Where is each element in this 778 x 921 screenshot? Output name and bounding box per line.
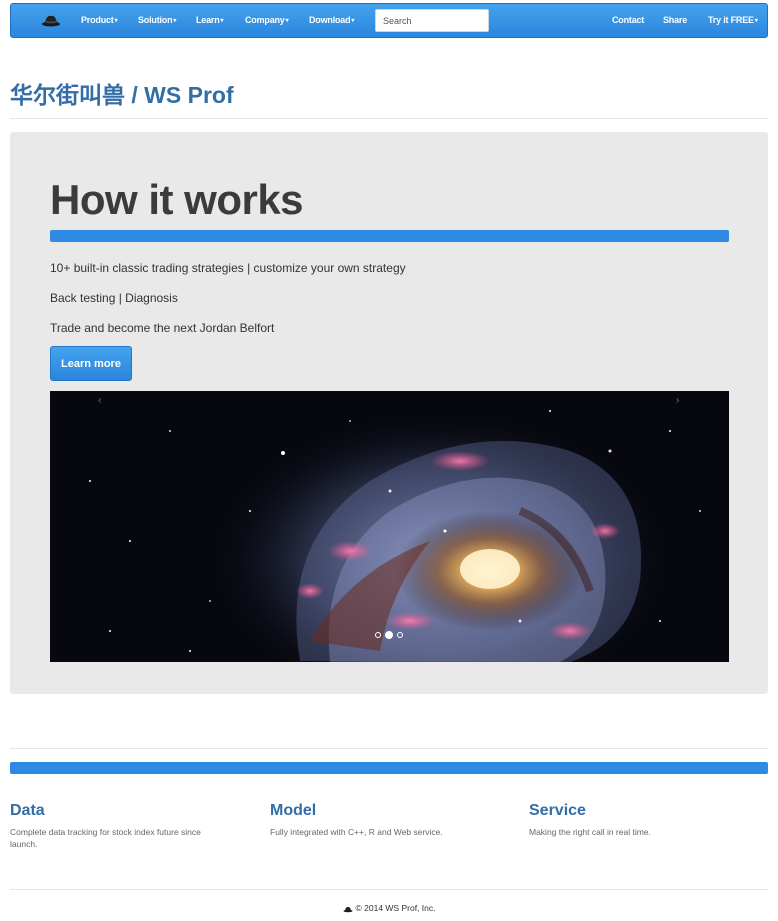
caret-down-icon: ▾ xyxy=(754,18,758,24)
nav-download[interactable]: Download▾ xyxy=(309,15,354,25)
nav-company[interactable]: Company▾ xyxy=(245,15,289,25)
nav-product[interactable]: Product▾ xyxy=(81,15,118,25)
feature-title-service: Service xyxy=(529,802,586,819)
feature-title-data: Data xyxy=(10,802,45,819)
hat-icon[interactable] xyxy=(41,13,61,27)
accent-bar xyxy=(10,762,768,774)
hero-line: 10+ built-in classic trading strategies … xyxy=(50,261,406,275)
page-title: 华尔街叫兽 / WS Prof xyxy=(10,82,234,108)
feature-title-model: Model xyxy=(270,802,317,819)
feature-text-model: Fully integrated with C++, R and Web ser… xyxy=(270,827,443,837)
carousel-next-icon[interactable]: › xyxy=(676,395,679,406)
nav-share[interactable]: Share xyxy=(663,15,687,25)
nav-label: Company xyxy=(245,15,285,25)
carousel-dot[interactable] xyxy=(375,632,381,638)
learn-more-button[interactable]: Learn more xyxy=(50,346,132,381)
hero-jumbotron: How it works 10+ built-in classic tradin… xyxy=(10,132,768,694)
search-input[interactable] xyxy=(375,9,489,32)
caret-down-icon: ▾ xyxy=(285,18,289,24)
hero-line: Trade and become the next Jordan Belfort xyxy=(50,321,275,335)
nav-label: Learn xyxy=(196,15,220,25)
nav-learn[interactable]: Learn▾ xyxy=(196,15,224,25)
footer: © 2014 WS Prof, Inc. xyxy=(0,903,778,915)
nav-label: Solution xyxy=(138,15,173,25)
top-navbar: Product▾ Solution▾ Learn▾ Company▾ Downl… xyxy=(10,3,768,38)
footer-copyright: © 2014 WS Prof, Inc. xyxy=(355,903,436,913)
hat-icon xyxy=(343,905,353,915)
accent-bar xyxy=(50,230,729,242)
nav-solution[interactable]: Solution▾ xyxy=(138,15,176,25)
caret-down-icon: ▾ xyxy=(351,18,355,24)
nav-label: Product xyxy=(81,15,114,25)
hero-heading: How it works xyxy=(50,176,304,223)
nav-label: Contact xyxy=(612,15,645,25)
feature-text-service: Making the right call in real time. xyxy=(529,827,651,837)
carousel-dot[interactable] xyxy=(397,632,403,638)
nav-try-free[interactable]: Try it FREE▾ xyxy=(708,15,758,25)
caret-down-icon: ▾ xyxy=(220,18,224,24)
nav-label: Download xyxy=(309,15,351,25)
image-carousel[interactable]: ‹ › xyxy=(50,391,729,662)
carousel-prev-icon[interactable]: ‹ xyxy=(98,395,101,406)
nav-label: Share xyxy=(663,15,688,25)
caret-down-icon: ▾ xyxy=(173,18,177,24)
caret-down-icon: ▾ xyxy=(114,18,118,24)
divider xyxy=(10,118,768,119)
divider xyxy=(10,889,768,890)
carousel-dot-active[interactable] xyxy=(385,631,393,639)
divider xyxy=(10,748,768,749)
hero-line: Back testing | Diagnosis xyxy=(50,291,178,305)
feature-text-data: Complete data tracking for stock index f… xyxy=(10,827,201,849)
nav-contact[interactable]: Contact xyxy=(612,15,644,25)
galaxy-image xyxy=(50,391,729,662)
nav-label: Try it FREE xyxy=(708,15,754,25)
